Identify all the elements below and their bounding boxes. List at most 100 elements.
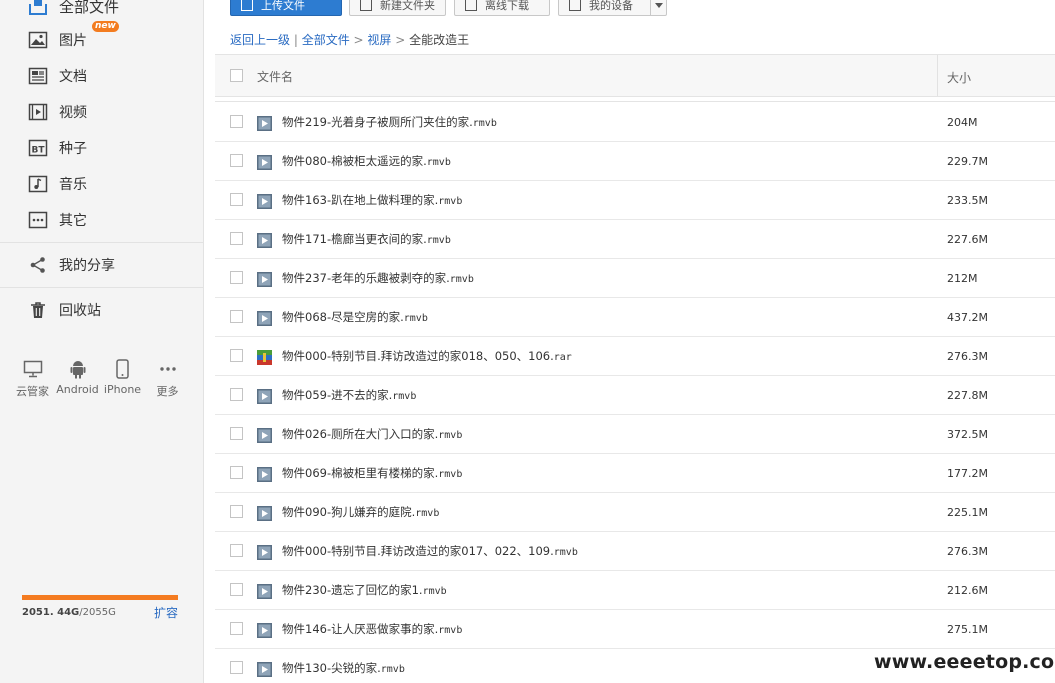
sidebar-item-recycle-bin[interactable]: 回收站 — [28, 297, 101, 323]
sidebar-item-all-files[interactable]: 全部文件 — [28, 0, 119, 19]
breadcrumb-folder[interactable]: 视屏 — [367, 33, 391, 47]
row-checkbox[interactable] — [230, 154, 243, 167]
sidebar-item-my-share[interactable]: 我的分享 — [28, 252, 115, 278]
table-row[interactable]: 物件000-特别节目.拜访改造过的家017、022、109.rmvb 276.3M — [215, 532, 1055, 571]
phone-icon — [116, 358, 129, 380]
upload-button[interactable]: 上传文件 — [230, 0, 342, 16]
table-row[interactable]: 物件059-进不去的家.rmvb 227.8M — [215, 376, 1055, 415]
table-row[interactable]: 物件146-让人厌恶做家事的家.rmvb 275.1M — [215, 610, 1055, 649]
file-name[interactable]: 物件000-特别节目.拜访改造过的家018、050、106.rar — [282, 348, 572, 364]
file-size: 233.5M — [947, 194, 988, 207]
table-row[interactable]: 物件080-棉被柜太遥远的家.rmvb 229.7M — [215, 142, 1055, 181]
row-checkbox[interactable] — [230, 622, 243, 635]
more-dots-icon — [28, 210, 48, 230]
table-row[interactable]: 物件026-厕所在大门入口的家.rmvb 372.5M — [215, 415, 1055, 454]
file-name[interactable]: 物件163-趴在地上做料理的家.rmvb — [282, 192, 462, 208]
row-checkbox[interactable] — [230, 661, 243, 674]
select-all-checkbox[interactable] — [230, 69, 243, 82]
sidebar-item-images[interactable]: 图片 new — [28, 21, 119, 53]
file-extension: rmvb — [426, 235, 451, 246]
column-header-size[interactable]: 大小 — [947, 69, 971, 86]
device-cloud-manager[interactable]: 云管家 — [10, 358, 55, 399]
sidebar-item-label: 种子 — [59, 141, 87, 157]
my-device-icon — [569, 0, 581, 11]
breadcrumb-back-link[interactable]: 返回上一级 — [230, 33, 290, 47]
toolbar: 上传文件 新建文件夹 离线下载 我的设备 — [204, 0, 1055, 26]
new-folder-button[interactable]: 新建文件夹 — [349, 0, 446, 16]
file-name[interactable]: 物件237-老年的乐趣被剥夺的家.rmvb — [282, 270, 474, 286]
file-size: 227.8M — [947, 389, 988, 402]
video-file-icon — [257, 662, 272, 677]
file-name-base: 物件026-厕所在大门入口的家. — [282, 427, 439, 441]
file-name[interactable]: 物件026-厕所在大门入口的家.rmvb — [282, 426, 462, 442]
file-name-base: 物件130-尖锐的家. — [282, 661, 381, 675]
sidebar-item-other[interactable]: 其它 — [28, 207, 87, 233]
chevron-down-icon[interactable] — [650, 0, 666, 15]
file-name[interactable]: 物件068-尽是空房的家.rmvb — [282, 309, 428, 325]
row-checkbox[interactable] — [230, 115, 243, 128]
file-name[interactable]: 物件171-檐廊当更衣间的家.rmvb — [282, 231, 451, 247]
row-checkbox[interactable] — [230, 310, 243, 323]
sidebar-item-torrents[interactable]: BT 种子 — [28, 135, 87, 161]
file-extension: rmvb — [472, 118, 497, 129]
row-checkbox[interactable] — [230, 427, 243, 440]
sidebar-item-videos[interactable]: 视频 — [28, 99, 87, 125]
table-row[interactable]: 物件163-趴在地上做料理的家.rmvb 233.5M — [215, 181, 1055, 220]
row-checkbox[interactable] — [230, 388, 243, 401]
file-name[interactable]: 物件090-狗儿嫌弃的庭院.rmvb — [282, 504, 439, 520]
row-checkbox[interactable] — [230, 583, 243, 596]
file-name[interactable]: 物件130-尖锐的家.rmvb — [282, 660, 405, 676]
file-name[interactable]: 物件080-棉被柜太遥远的家.rmvb — [282, 153, 451, 169]
breadcrumb-current: 全能改造王 — [409, 33, 470, 47]
file-name[interactable]: 物件230-遗忘了回忆的家1.rmvb — [282, 582, 447, 598]
row-checkbox[interactable] — [230, 505, 243, 518]
offline-download-button[interactable]: 离线下载 — [454, 0, 550, 16]
table-row[interactable]: 物件000-特别节目.拜访改造过的家018、050、106.rar 276.3M — [215, 337, 1055, 376]
table-row[interactable]: 物件069-棉被柜里有楼梯的家.rmvb 177.2M — [215, 454, 1055, 493]
sidebar-item-label: 我的分享 — [59, 258, 115, 274]
table-row[interactable]: 物件219-光着身子被厕所门夹住的家.rmvb 204M — [215, 103, 1055, 142]
watermark: www.eeeetop.com — [874, 651, 1055, 673]
row-checkbox[interactable] — [230, 232, 243, 245]
storage-quota-text: 2051. 44G/2055G — [22, 607, 116, 618]
video-file-icon — [257, 545, 272, 560]
device-android[interactable]: Android — [55, 358, 100, 399]
file-extension: rmvb — [415, 508, 440, 519]
table-row[interactable]: 物件171-檐廊当更衣间的家.rmvb 227.6M — [215, 220, 1055, 259]
column-header-name[interactable]: 文件名 — [257, 68, 293, 85]
music-icon — [28, 174, 48, 194]
file-name-base: 物件230-遗忘了回忆的家1. — [282, 583, 423, 597]
file-size: 437.2M — [947, 311, 988, 324]
breadcrumb-arrow: > — [391, 33, 410, 47]
file-name[interactable]: 物件146-让人厌恶做家事的家.rmvb — [282, 621, 462, 637]
file-name-base: 物件000-特别节目.拜访改造过的家018、050、106. — [282, 349, 554, 363]
sidebar-item-music[interactable]: 音乐 — [28, 171, 87, 197]
device-iphone[interactable]: iPhone — [100, 358, 145, 399]
row-checkbox[interactable] — [230, 271, 243, 284]
file-size: 212.6M — [947, 584, 988, 597]
table-row[interactable]: 物件230-遗忘了回忆的家1.rmvb 212.6M — [215, 571, 1055, 610]
table-row[interactable]: 物件237-老年的乐趣被剥夺的家.rmvb 212M — [215, 259, 1055, 298]
file-extension: rmvb — [422, 586, 447, 597]
row-checkbox[interactable] — [230, 544, 243, 557]
sidebar-item-documents[interactable]: 文档 — [28, 63, 87, 89]
file-name-base: 物件163-趴在地上做料理的家. — [282, 193, 439, 207]
file-name[interactable]: 物件069-棉被柜里有楼梯的家.rmvb — [282, 465, 462, 481]
table-row[interactable]: 物件068-尽是空房的家.rmvb 437.2M — [215, 298, 1055, 337]
file-extension: rmvb — [426, 157, 451, 168]
row-checkbox[interactable] — [230, 466, 243, 479]
my-device-button[interactable]: 我的设备 — [558, 0, 667, 16]
file-name-base: 物件237-老年的乐趣被剥夺的家. — [282, 271, 450, 285]
expand-storage-link[interactable]: 扩容 — [154, 604, 178, 621]
row-checkbox[interactable] — [230, 349, 243, 362]
sidebar-item-label: 图片 — [59, 33, 87, 49]
table-row[interactable]: 物件090-狗儿嫌弃的庭院.rmvb 225.1M — [215, 493, 1055, 532]
video-file-icon — [257, 623, 272, 638]
file-name[interactable]: 物件059-进不去的家.rmvb — [282, 387, 416, 403]
breadcrumb-all-files[interactable]: 全部文件 — [302, 33, 350, 47]
bt-icon-text: BT — [32, 146, 46, 156]
file-name[interactable]: 物件219-光着身子被厕所门夹住的家.rmvb — [282, 114, 497, 130]
file-name[interactable]: 物件000-特别节目.拜访改造过的家017、022、109.rmvb — [282, 543, 578, 559]
row-checkbox[interactable] — [230, 193, 243, 206]
device-more[interactable]: 更多 — [145, 358, 190, 399]
